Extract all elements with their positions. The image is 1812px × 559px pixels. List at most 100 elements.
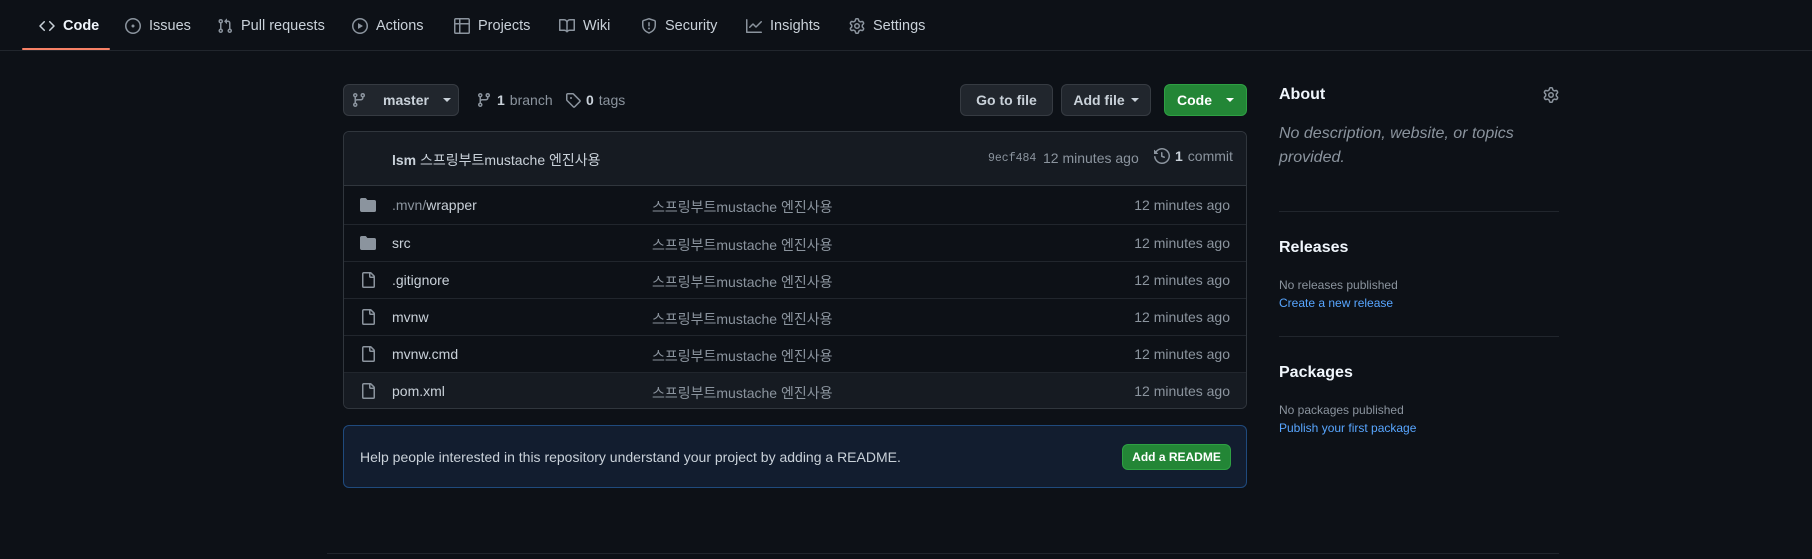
chevron-down-icon — [1226, 98, 1234, 102]
tab-issues[interactable]: Issues — [125, 0, 191, 51]
tab-wiki[interactable]: Wiki — [559, 0, 610, 51]
file-commit-message[interactable]: 스프링부트mustache 엔진사용 — [652, 309, 833, 329]
folder-icon — [360, 235, 376, 251]
packages-empty-text: No packages published — [1279, 403, 1404, 417]
tab-label: Projects — [478, 17, 531, 34]
branch-name: master — [383, 92, 429, 108]
create-release-link[interactable]: Create a new release — [1279, 296, 1393, 310]
file-name[interactable]: mvnw.cmd — [392, 346, 458, 362]
file-commit-message[interactable]: 스프링부트mustache 엔진사용 — [652, 346, 833, 366]
tab-projects[interactable]: Projects — [454, 0, 530, 51]
add-file-label: Add file — [1073, 92, 1125, 108]
readme-callout: Help people interested in this repositor… — [343, 425, 1247, 488]
file-commit-message[interactable]: 스프링부트mustache 엔진사용 — [652, 383, 833, 403]
table-row: src 스프링부트mustache 엔진사용 12 minutes ago — [344, 224, 1246, 261]
commit-author[interactable]: lsm — [392, 152, 416, 168]
issue-opened-icon — [125, 17, 141, 34]
table-row: pom.xml 스프링부트mustache 엔진사용 12 minutes ag… — [344, 372, 1246, 408]
file-name[interactable]: pom.xml — [392, 383, 445, 399]
about-heading: About — [1279, 86, 1326, 103]
branches-link[interactable]: 1 branch — [476, 84, 553, 116]
file-name-link[interactable]: mvnw — [392, 309, 429, 325]
branch-select-button[interactable]: master — [343, 84, 459, 116]
file-name-link[interactable]: src — [392, 235, 411, 251]
latest-commit-message[interactable]: lsm 스프링부트mustache 엔진사용 — [392, 150, 601, 170]
file-icon — [360, 272, 376, 288]
table-row: .gitignore 스프링부트mustache 엔진사용 12 minutes… — [344, 261, 1246, 298]
code-button-label: Code — [1177, 92, 1212, 108]
file-commit-message[interactable]: 스프링부트mustache 엔진사용 — [652, 235, 833, 255]
tab-security[interactable]: Security — [641, 0, 717, 51]
file-name[interactable]: src — [392, 235, 411, 251]
packages-heading[interactable]: Packages — [1279, 364, 1353, 382]
file-name-link[interactable]: mvnw.cmd — [392, 346, 458, 362]
tab-label: Pull requests — [241, 17, 325, 34]
file-name-prefix[interactable]: .mvn/ — [392, 197, 426, 213]
file-commit-message[interactable]: 스프링부트mustache 엔진사용 — [652, 197, 833, 217]
tag-label: tags — [598, 92, 626, 108]
history-icon — [1154, 148, 1170, 164]
gear-icon — [849, 17, 865, 34]
tab-code[interactable]: Code — [39, 0, 99, 51]
code-button[interactable]: Code — [1164, 84, 1247, 116]
file-commit-time: 12 minutes ago — [1134, 235, 1230, 251]
sidebar-divider — [1279, 336, 1559, 337]
file-name[interactable]: wrapper — [426, 197, 477, 213]
releases-heading[interactable]: Releases — [1279, 239, 1348, 257]
selected-tab-underline — [22, 48, 110, 50]
folder-icon — [360, 197, 376, 213]
commit-history-link[interactable]: 1 commit — [1154, 148, 1233, 164]
about-description: No description, website, or topics provi… — [1279, 125, 1514, 166]
readme-callout-text: Help people interested in this repositor… — [360, 449, 901, 465]
tab-label: Security — [665, 17, 718, 34]
commit-time: 12 minutes ago — [1043, 150, 1139, 166]
play-icon — [352, 17, 368, 34]
file-commit-time: 12 minutes ago — [1134, 346, 1230, 362]
tab-insights[interactable]: Insights — [746, 0, 820, 51]
code-icon — [39, 18, 55, 34]
file-icon — [360, 383, 376, 399]
tab-label: Actions — [376, 17, 424, 34]
tab-label: Issues — [149, 17, 191, 34]
file-name-link[interactable]: .mvn/wrapper — [392, 197, 477, 213]
file-name[interactable]: .gitignore — [392, 272, 450, 288]
file-table: lsm 스프링부트mustache 엔진사용 9ecf484 12 minute… — [343, 131, 1247, 409]
footer-divider — [327, 553, 1559, 554]
file-commit-time: 12 minutes ago — [1134, 197, 1230, 213]
sidebar-divider — [1279, 211, 1559, 212]
tab-label: Settings — [873, 17, 926, 34]
file-name[interactable]: mvnw — [392, 309, 429, 325]
tag-icon — [565, 92, 581, 108]
go-to-file-button[interactable]: Go to file — [960, 84, 1053, 116]
file-commit-time: 12 minutes ago — [1134, 383, 1230, 399]
releases-empty-text: No releases published — [1279, 278, 1398, 292]
file-name-link[interactable]: .gitignore — [392, 272, 450, 288]
chevron-down-icon — [1130, 98, 1139, 102]
graph-icon — [746, 18, 762, 34]
tab-label: Code — [63, 17, 100, 34]
file-icon — [360, 309, 376, 325]
file-commit-time: 12 minutes ago — [1134, 309, 1230, 325]
tags-link[interactable]: 0 tags — [565, 84, 625, 116]
repo-nav: Code Issues Pull requests Actions Projec… — [0, 0, 1812, 51]
commit-count-label: commit — [1187, 148, 1233, 164]
commit-message-text[interactable]: 스프링부트mustache 엔진사용 — [420, 152, 601, 168]
go-to-file-label: Go to file — [976, 92, 1037, 108]
git-pull-request-icon — [217, 18, 233, 34]
tab-pull-requests[interactable]: Pull requests — [217, 0, 325, 51]
publish-package-link[interactable]: Publish your first package — [1279, 421, 1416, 435]
tab-settings[interactable]: Settings — [849, 0, 925, 51]
file-commit-message[interactable]: 스프링부트mustache 엔진사용 — [652, 272, 833, 292]
commit-sha[interactable]: 9ecf484 — [988, 152, 1036, 165]
file-commit-time: 12 minutes ago — [1134, 272, 1230, 288]
add-readme-button[interactable]: Add a README — [1122, 444, 1231, 470]
file-name-link[interactable]: pom.xml — [392, 383, 445, 399]
shield-icon — [641, 17, 657, 34]
branch-count: 1 — [497, 92, 505, 108]
add-file-button[interactable]: Add file — [1061, 84, 1151, 116]
tab-actions[interactable]: Actions — [352, 0, 424, 51]
book-icon — [559, 18, 575, 34]
gear-icon[interactable] — [1543, 87, 1559, 103]
table-icon — [454, 17, 470, 34]
file-icon — [360, 346, 376, 362]
